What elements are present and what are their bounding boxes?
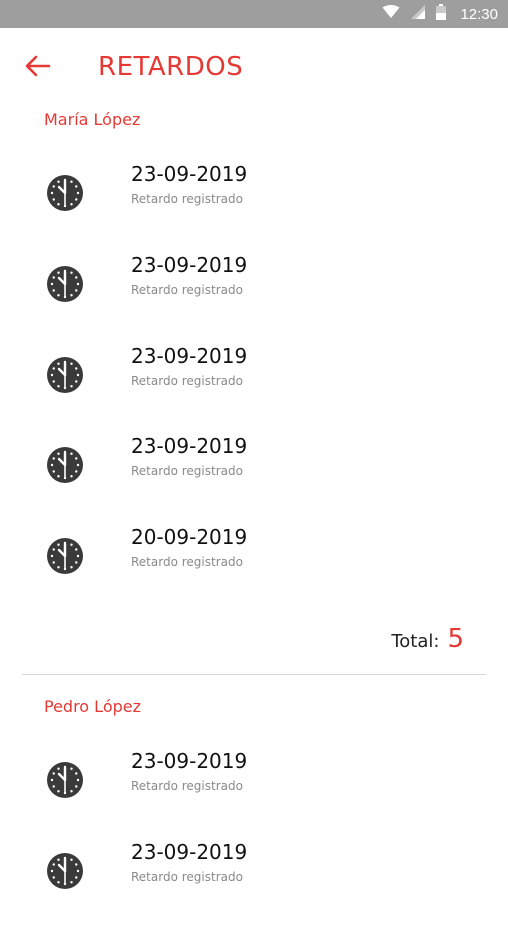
clock-icon [46,265,84,303]
clock-icon [46,356,84,394]
entry-status: Retardo registrado [131,779,243,793]
clock-icon [46,537,84,575]
entry-date: 23-09-2019 [131,344,248,368]
list-item[interactable]: 23-09-2019 Retardo registrado [0,840,508,932]
signal-icon [410,4,426,25]
status-icons: 12:30 [382,0,498,28]
total-label: Total: [391,631,440,652]
status-bar: 12:30 [0,0,508,28]
entry-date: 23-09-2019 [131,840,248,864]
wifi-icon [382,4,400,24]
entry-status: Retardo registrado [131,374,243,388]
employee-name: María López [44,110,141,129]
entry-date: 20-09-2019 [131,525,248,549]
clock-icon [46,761,84,799]
clock-icon [46,174,84,212]
entry-status: Retardo registrado [131,283,243,297]
clock-icon [46,852,84,890]
entry-status: Retardo registrado [131,464,243,478]
section-divider [22,674,486,675]
list-item[interactable]: 23-09-2019 Retardo registrado [0,162,508,254]
page-title: RETARDOS [98,52,244,82]
arrow-left-icon [25,55,51,82]
entry-status: Retardo registrado [131,555,243,569]
list-item[interactable]: 23-09-2019 Retardo registrado [0,253,508,345]
back-button[interactable] [18,50,58,86]
list-item[interactable]: 23-09-2019 Retardo registrado [0,749,508,841]
clock-icon [46,446,84,484]
entry-date: 23-09-2019 [131,434,248,458]
list-item[interactable]: 20-09-2019 Retardo registrado [0,525,508,617]
list-item[interactable]: 23-09-2019 Retardo registrado [0,434,508,526]
entry-date: 23-09-2019 [131,253,248,277]
list-item[interactable]: 23-09-2019 Retardo registrado [0,344,508,436]
app-bar: RETARDOS [0,28,508,106]
battery-icon [436,3,447,25]
status-time: 12:30 [460,5,498,23]
entry-status: Retardo registrado [131,870,243,884]
total-count: 5 [447,624,464,654]
employee-name: Pedro López [44,697,141,716]
total-summary: Total: 5 [391,624,464,654]
entry-status: Retardo registrado [131,192,243,206]
entry-date: 23-09-2019 [131,162,248,186]
entry-date: 23-09-2019 [131,749,248,773]
